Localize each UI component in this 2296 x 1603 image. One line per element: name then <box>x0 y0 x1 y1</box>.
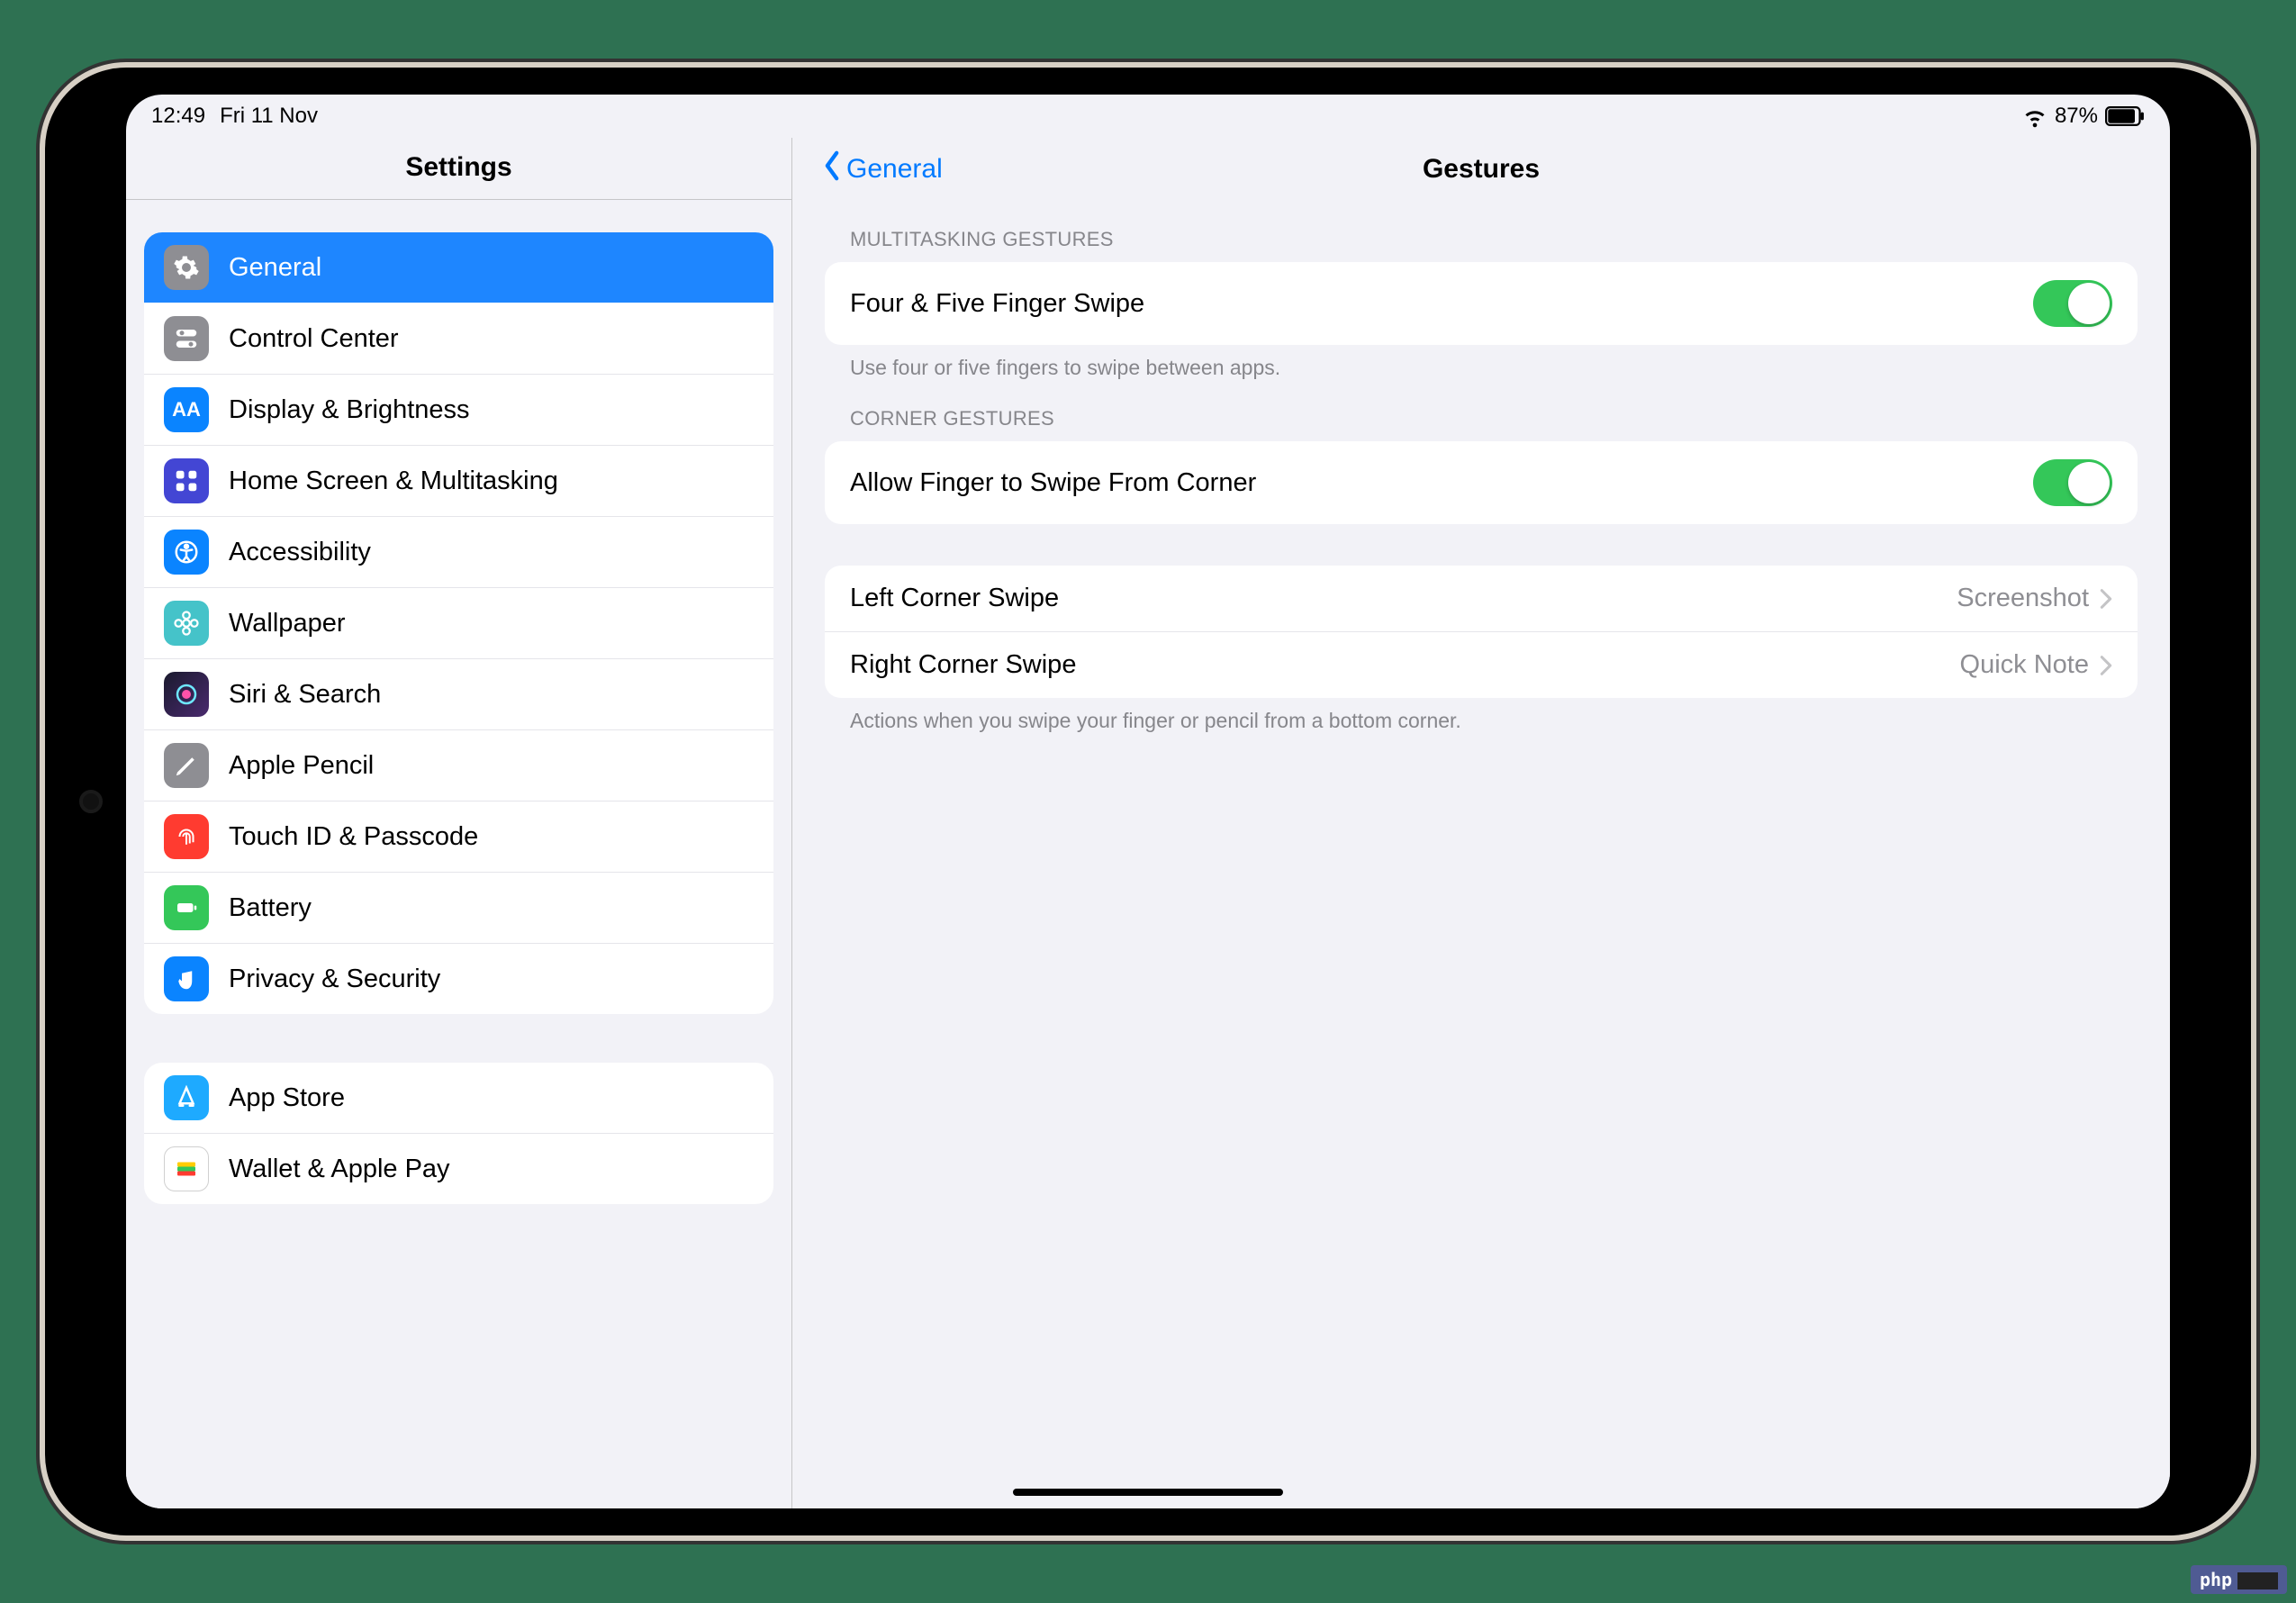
sidebar-item-label: Wallet & Apple Pay <box>229 1155 754 1184</box>
status-time: 12:49 <box>151 104 205 129</box>
gear-icon <box>164 245 209 290</box>
sidebar-item-control-center[interactable]: Control Center <box>144 303 773 374</box>
row-group-multitasking: Four & Five Finger Swipe <box>825 262 2138 345</box>
row-left-corner-swipe[interactable]: Left Corner Swipe Screenshot <box>825 566 2138 631</box>
appstore-icon <box>164 1075 209 1120</box>
pencil-icon <box>164 743 209 788</box>
toggle-corner-swipe[interactable] <box>2033 459 2112 506</box>
front-camera <box>79 790 103 813</box>
sidebar-group-2: App Store Wallet & Apple Pay <box>144 1063 773 1204</box>
sidebar-item-label: Privacy & Security <box>229 965 754 994</box>
row-label: Left Corner Swipe <box>850 584 1957 613</box>
detail-body[interactable]: MULTITASKING GESTURES Four & Five Finger… <box>792 201 2170 1508</box>
sidebar-item-home-screen[interactable]: Home Screen & Multitasking <box>144 445 773 516</box>
sidebar-item-apple-pencil[interactable]: Apple Pencil <box>144 729 773 801</box>
sidebar-item-battery[interactable]: Battery <box>144 872 773 943</box>
fingerprint-icon <box>164 814 209 859</box>
sidebar-item-label: Display & Brightness <box>229 395 754 425</box>
sidebar-group-1: General Control Center AA Display & Brig… <box>144 232 773 1014</box>
row-value: Quick Note <box>1960 650 2089 680</box>
status-date: Fri 11 Nov <box>220 104 318 129</box>
sidebar-item-general[interactable]: General <box>144 232 773 303</box>
chevron-right-icon <box>2100 655 2112 676</box>
sidebar-item-wallet[interactable]: Wallet & Apple Pay <box>144 1133 773 1204</box>
wallet-icon <box>164 1146 209 1191</box>
row-label: Right Corner Swipe <box>850 650 1960 680</box>
detail-title: Gestures <box>1423 154 1540 185</box>
sidebar-item-label: Battery <box>229 893 754 923</box>
flower-icon <box>164 601 209 646</box>
screen: 12:49 Fri 11 Nov 87% Settings <box>126 95 2170 1508</box>
battery-icon <box>164 885 209 930</box>
section-footer-actions: Actions when you swipe your finger or pe… <box>825 698 2138 733</box>
status-bar: 12:49 Fri 11 Nov 87% <box>126 95 2170 138</box>
battery-icon <box>2105 106 2145 126</box>
sidebar-item-label: Control Center <box>229 324 754 354</box>
row-allow-corner-swipe: Allow Finger to Swipe From Corner <box>825 441 2138 524</box>
text-size-icon: AA <box>164 387 209 432</box>
row-label: Four & Five Finger Swipe <box>850 289 2033 319</box>
row-four-five-finger: Four & Five Finger Swipe <box>825 262 2138 345</box>
back-label: General <box>846 154 943 185</box>
sidebar-item-label: Apple Pencil <box>229 751 754 781</box>
home-indicator[interactable] <box>1013 1489 1283 1496</box>
status-battery-pct: 87% <box>2055 104 2098 129</box>
wifi-icon <box>2022 104 2047 129</box>
sidebar-item-wallpaper[interactable]: Wallpaper <box>144 587 773 658</box>
row-value: Screenshot <box>1957 584 2089 613</box>
sidebar-item-siri[interactable]: Siri & Search <box>144 658 773 729</box>
sidebar-item-privacy[interactable]: Privacy & Security <box>144 943 773 1014</box>
sidebar-item-label: App Store <box>229 1083 754 1113</box>
row-group-actions: Left Corner Swipe Screenshot Right Corne… <box>825 566 2138 698</box>
php-watermark: php <box>2191 1565 2287 1594</box>
sidebar-item-touchid[interactable]: Touch ID & Passcode <box>144 801 773 872</box>
toggles-icon <box>164 316 209 361</box>
sidebar-item-label: General <box>229 253 754 283</box>
sidebar-item-display[interactable]: AA Display & Brightness <box>144 374 773 445</box>
row-label: Allow Finger to Swipe From Corner <box>850 468 2033 498</box>
back-button[interactable]: General <box>819 149 943 189</box>
sidebar: Settings General Control Center AA <box>126 138 792 1508</box>
sidebar-item-label: Home Screen & Multitasking <box>229 466 754 496</box>
sidebar-title: Settings <box>126 138 791 200</box>
sidebar-scroll[interactable]: General Control Center AA Display & Brig… <box>126 200 791 1508</box>
toggle-four-five-finger[interactable] <box>2033 280 2112 327</box>
section-header-corner: CORNER GESTURES <box>825 407 2138 441</box>
app-grid-icon <box>164 458 209 503</box>
split-content: Settings General Control Center AA <box>126 138 2170 1508</box>
sidebar-item-app-store[interactable]: App Store <box>144 1063 773 1133</box>
sidebar-item-label: Accessibility <box>229 538 754 567</box>
chevron-left-icon <box>819 149 845 189</box>
sidebar-item-accessibility[interactable]: Accessibility <box>144 516 773 587</box>
sidebar-item-label: Touch ID & Passcode <box>229 822 754 852</box>
sidebar-item-label: Wallpaper <box>229 609 754 638</box>
chevron-right-icon <box>2100 588 2112 610</box>
detail-pane: General Gestures MULTITASKING GESTURES F… <box>792 138 2170 1508</box>
siri-icon <box>164 672 209 717</box>
accessibility-icon <box>164 530 209 575</box>
section-header-multitasking: MULTITASKING GESTURES <box>825 228 2138 262</box>
hand-icon <box>164 956 209 1001</box>
row-group-corner: Allow Finger to Swipe From Corner <box>825 441 2138 524</box>
section-footer-multitasking: Use four or five fingers to swipe betwee… <box>825 345 2138 380</box>
row-right-corner-swipe[interactable]: Right Corner Swipe Quick Note <box>825 631 2138 698</box>
ipad-frame: 12:49 Fri 11 Nov 87% Settings <box>45 68 2251 1535</box>
detail-header: General Gestures <box>792 138 2170 201</box>
sidebar-item-label: Siri & Search <box>229 680 754 710</box>
